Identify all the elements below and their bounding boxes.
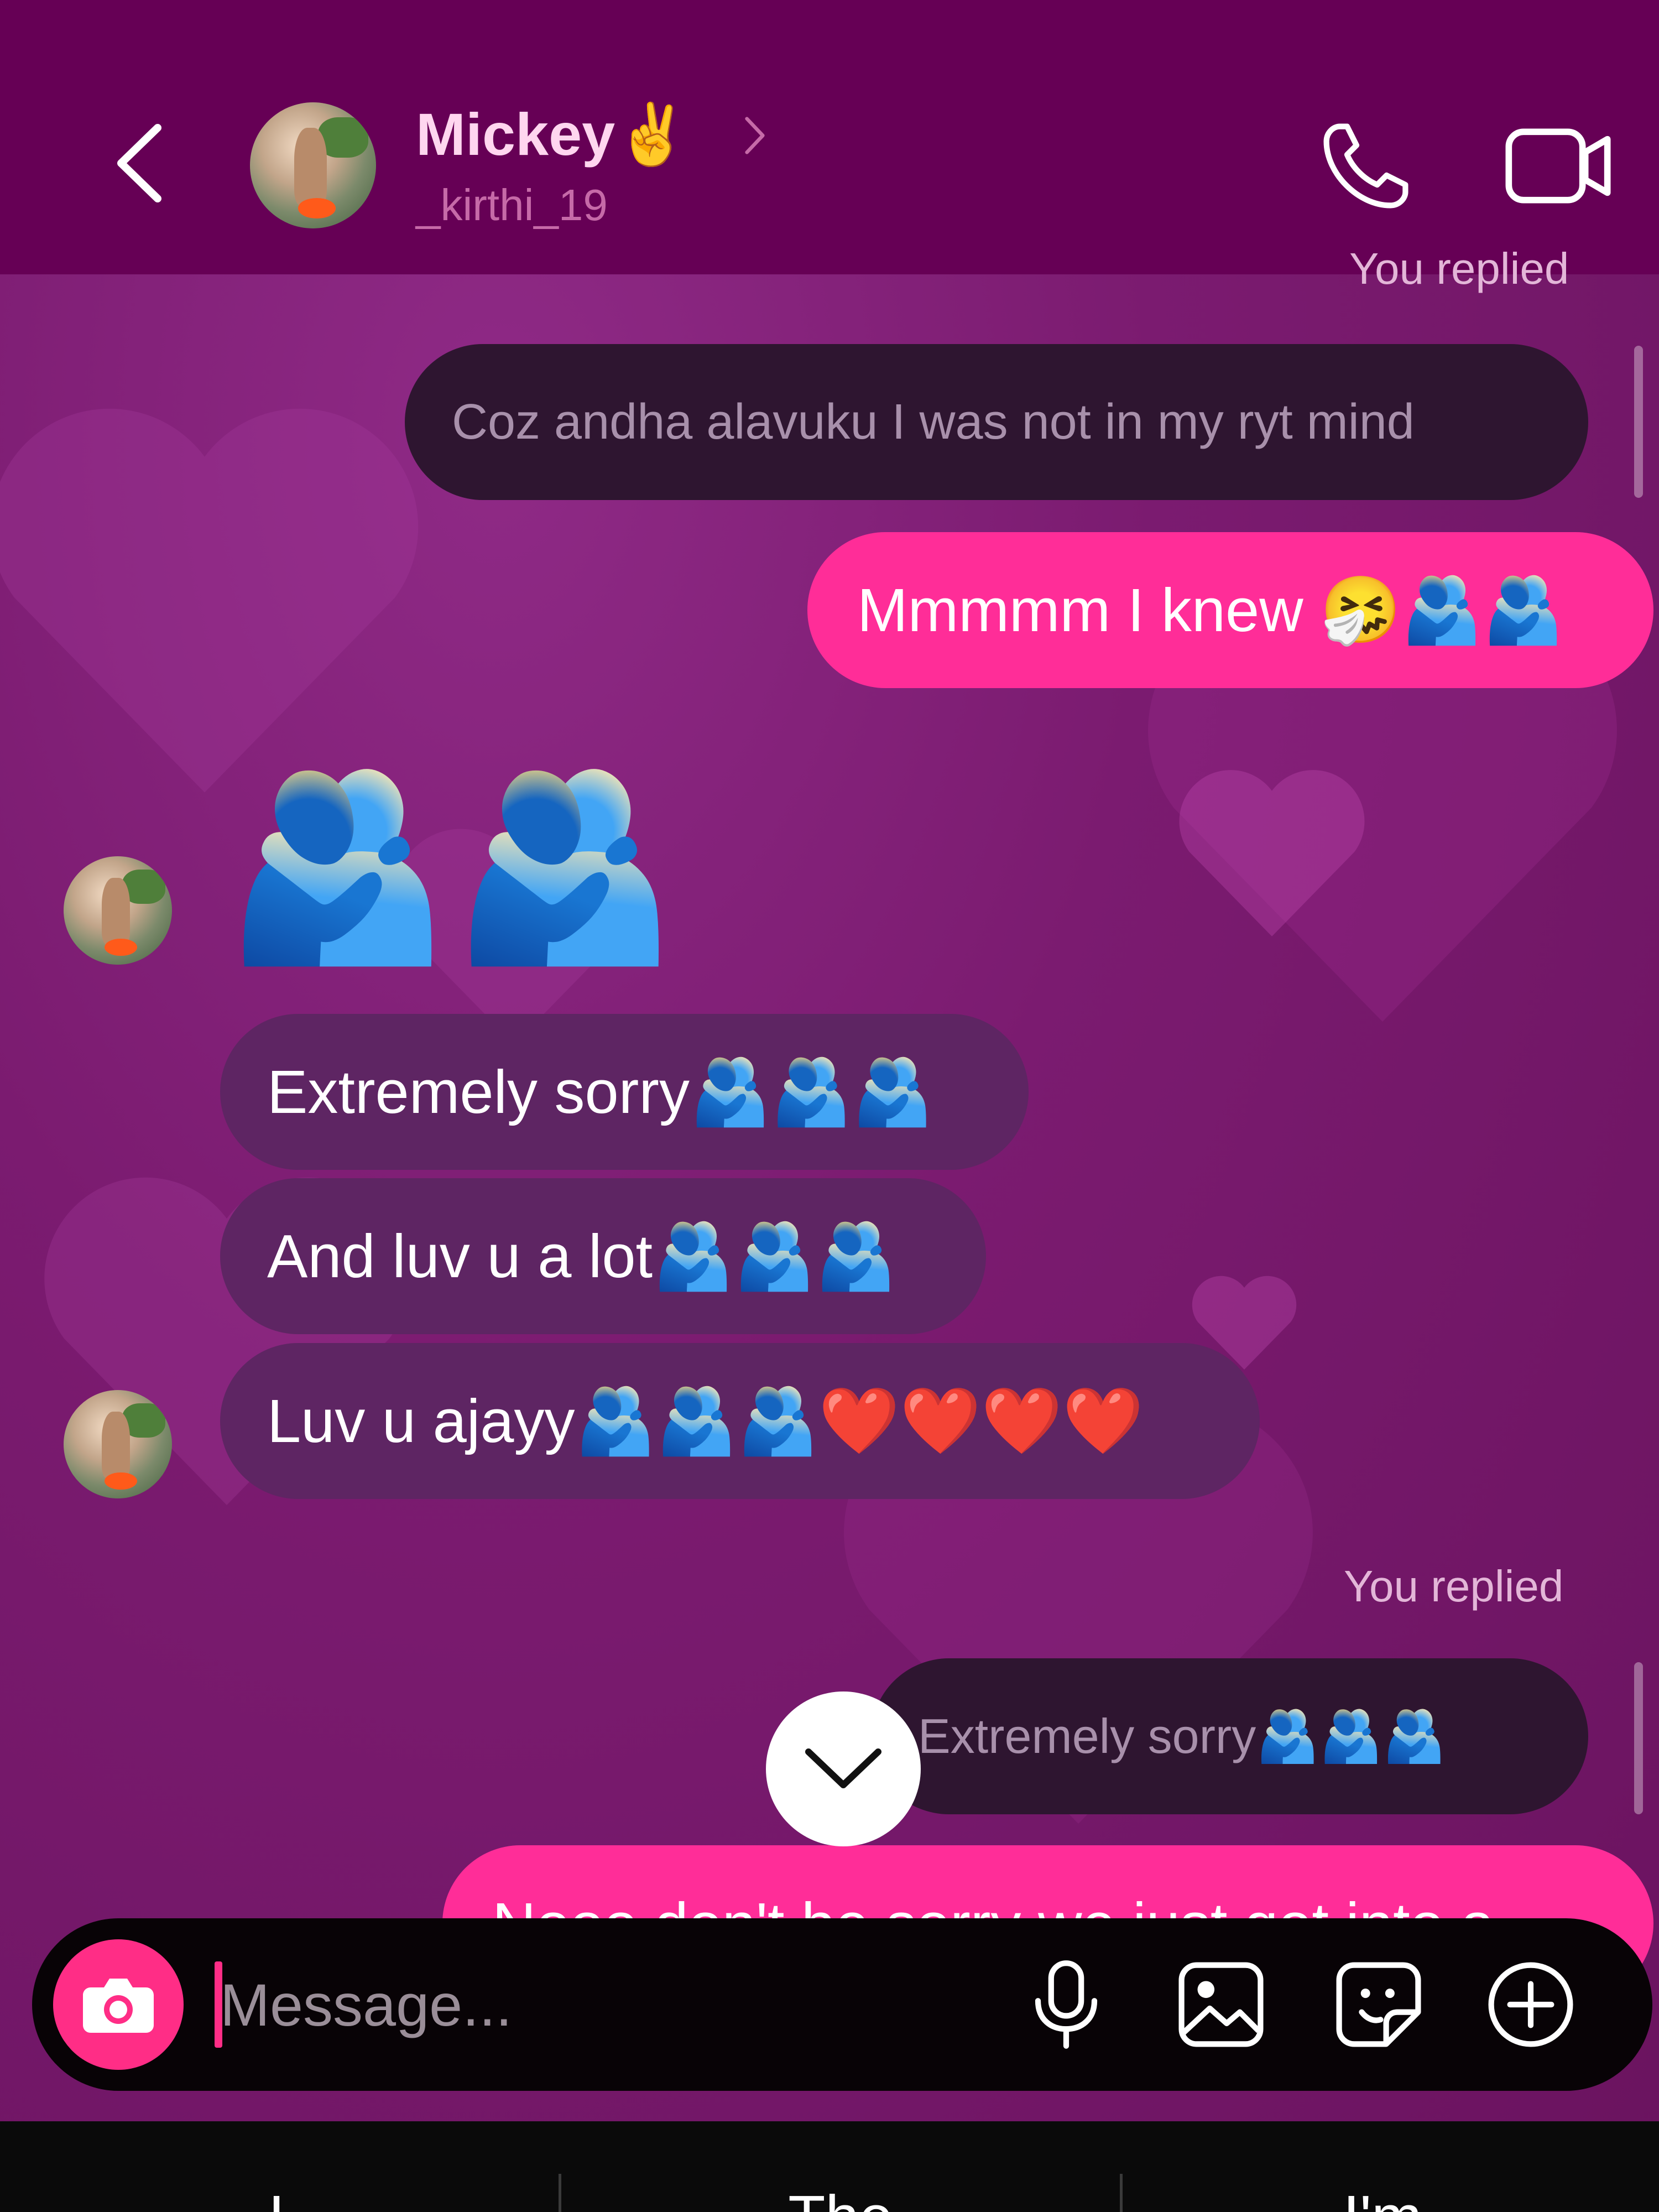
plus-circle-icon[interactable] — [1484, 1958, 1578, 2052]
microphone-icon[interactable] — [1019, 1958, 1113, 2052]
emoji-hug: 🫂🫂🫂 — [1256, 1708, 1446, 1765]
contact-username[interactable]: _kirthi_19 — [416, 180, 608, 231]
message-text: And luv u a lot — [267, 1222, 653, 1290]
you-replied-label: You replied — [1349, 244, 1569, 293]
sender-avatar[interactable] — [64, 856, 172, 965]
message-text: Luv u ajayy — [267, 1387, 575, 1455]
background-heart-decoration — [1179, 770, 1365, 936]
scrollbar-thumb[interactable] — [1634, 346, 1643, 498]
keyboard-suggestion-bar: I The I'm — [0, 2121, 1659, 2212]
suggestion-item[interactable]: I — [0, 2182, 553, 2212]
received-message-bubble[interactable]: Extremely sorry 🫂🫂🫂 — [220, 1014, 1029, 1170]
message-input[interactable] — [220, 1951, 994, 2058]
chevron-right-icon[interactable] — [741, 113, 769, 158]
emoji-hug: 🫂🫂🫂 — [689, 1055, 933, 1128]
suggestion-item[interactable]: The — [564, 2182, 1117, 2212]
contact-avatar[interactable] — [250, 102, 376, 228]
background-heart-decoration — [0, 408, 419, 793]
camera-button[interactable] — [53, 1939, 184, 2070]
sender-avatar[interactable] — [64, 1390, 172, 1498]
suggestion-item[interactable]: I'm — [1106, 2182, 1659, 2212]
suggestion-divider — [559, 2174, 561, 2212]
message-text: Coz andha alavuku I was not in my ryt mi… — [452, 394, 1415, 450]
scroll-to-bottom-button[interactable] — [766, 1691, 921, 1846]
you-replied-label: You replied — [1344, 1562, 1564, 1611]
scrollbar-thumb[interactable] — [1634, 1662, 1643, 1814]
contact-name[interactable]: Mickey✌️ — [416, 100, 690, 170]
chat-screen: Mickey✌️ _kirthi_19 You replied Coz andh… — [0, 0, 1659, 2212]
message-composer — [32, 1918, 1652, 2091]
image-icon[interactable] — [1174, 1958, 1268, 2052]
emoji-hug: 🫂🫂🫂 — [653, 1220, 896, 1293]
emoji-sneezing-hug: 🤧🫂🫂 — [1320, 574, 1564, 647]
sent-message-bubble[interactable]: Mmmmm I knew 🤧🫂🫂 — [807, 532, 1653, 688]
received-message-bubble[interactable]: Luv u ajayy 🫂🫂🫂❤️❤️❤️❤️ — [220, 1343, 1260, 1499]
message-text: Extremely sorry — [267, 1058, 690, 1126]
sticker-icon[interactable] — [1332, 1958, 1426, 2052]
video-camera-icon[interactable] — [1504, 124, 1615, 207]
big-emoji-hug[interactable]: 🫂🫂 — [224, 774, 679, 957]
back-button[interactable] — [108, 119, 174, 207]
chevron-down-icon — [805, 1748, 881, 1788]
message-text: Extremely sorry — [918, 1709, 1256, 1763]
emoji-hug-hearts: 🫂🫂🫂❤️❤️❤️❤️ — [575, 1385, 1144, 1458]
received-message-bubble[interactable]: And luv u a lot 🫂🫂🫂 — [220, 1178, 986, 1334]
chat-header: Mickey✌️ _kirthi_19 — [0, 0, 1659, 274]
reply-bubble[interactable]: Coz andha alavuku I was not in my ryt mi… — [405, 344, 1588, 500]
phone-icon[interactable] — [1319, 119, 1413, 213]
reply-bubble[interactable]: Extremely sorry 🫂🫂🫂 — [871, 1658, 1588, 1814]
message-text: Mmmmm I knew — [857, 576, 1321, 644]
camera-icon — [83, 1979, 154, 2033]
